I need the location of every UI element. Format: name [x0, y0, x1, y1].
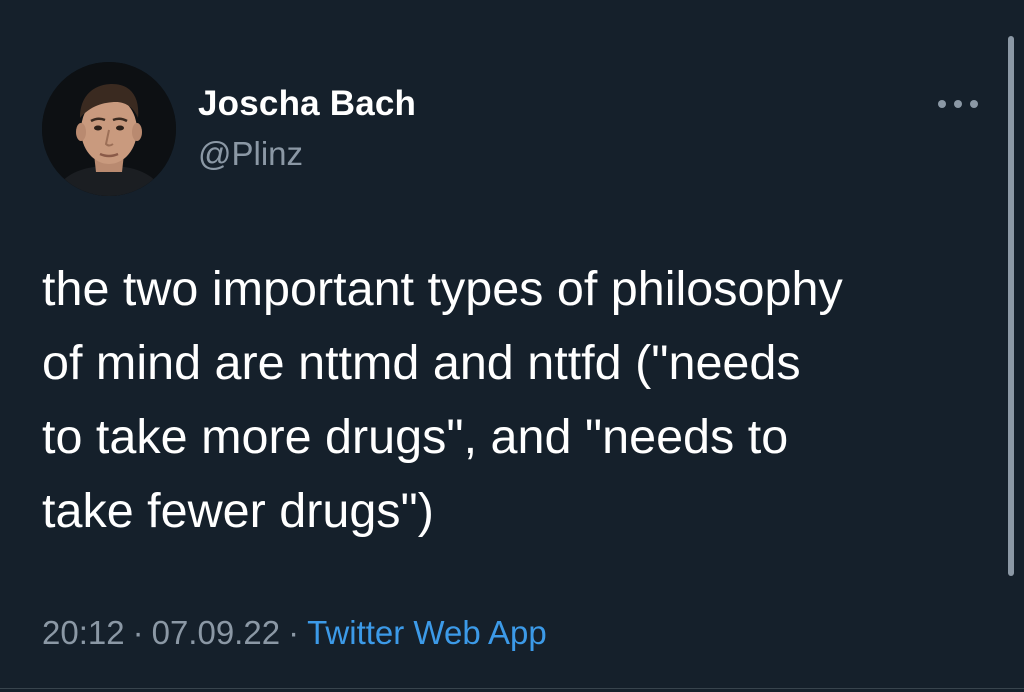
tweet-time[interactable]: 20:12	[42, 614, 125, 651]
divider	[0, 688, 1024, 689]
tweet-source-link[interactable]: Twitter Web App	[307, 614, 547, 651]
avatar-photo	[42, 62, 176, 196]
avatar[interactable]	[42, 62, 176, 196]
meta-separator: ·	[288, 614, 300, 651]
tweet-text-line: of mind are nttmd and nttfd ("needs	[42, 336, 801, 390]
tweet-meta: 20:12 · 07.09.22 · Twitter Web App	[42, 614, 547, 652]
tweet-text: the two important types of philosophy of…	[42, 252, 1002, 548]
author-name[interactable]: Joscha Bach	[198, 84, 416, 124]
tweet-date[interactable]: 07.09.22	[152, 614, 280, 651]
meta-separator: ·	[132, 614, 144, 651]
more-horizontal-icon[interactable]	[934, 92, 982, 116]
tweet-card: Joscha Bach @Plinz the two important typ…	[0, 0, 1024, 692]
tweet-text-line: the two important types of philosophy	[42, 262, 843, 316]
tweet-text-line: take fewer drugs")	[42, 484, 434, 538]
author-handle[interactable]: @Plinz	[198, 135, 303, 173]
scrollbar[interactable]	[1008, 36, 1014, 576]
tweet-text-line: to take more drugs", and "needs to	[42, 410, 789, 464]
